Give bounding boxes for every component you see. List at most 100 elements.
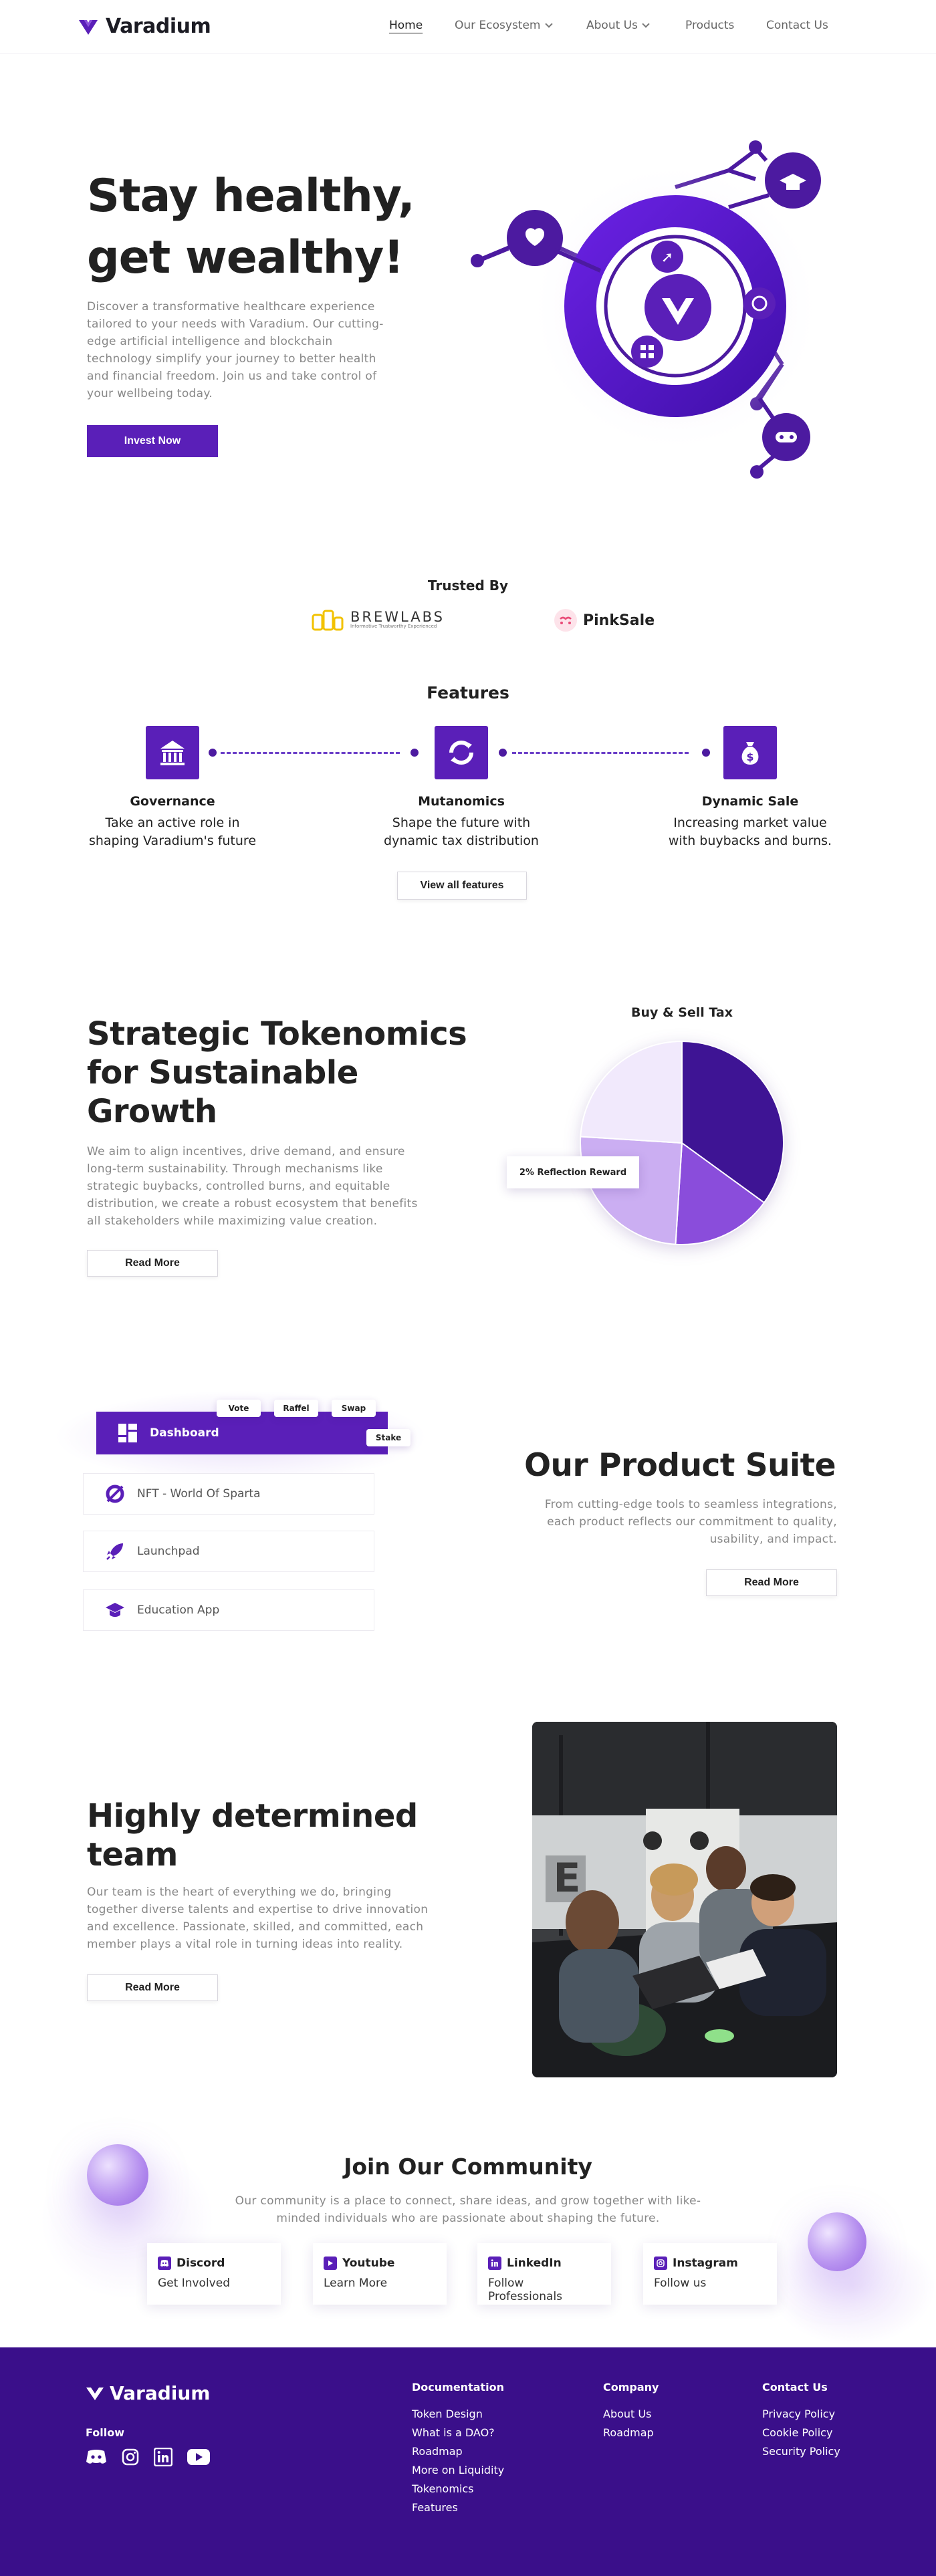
brewlabs-tagline: Informative Trustworthy Experienced bbox=[350, 624, 437, 629]
pill-swap[interactable]: Swap bbox=[332, 1400, 376, 1417]
instagram-icon[interactable] bbox=[122, 2448, 139, 2466]
varadium-logo bbox=[86, 2387, 104, 2400]
hero-title: Stay healthy, get wealthy! bbox=[87, 166, 415, 289]
hero-title-line2: get wealthy! bbox=[87, 231, 404, 284]
pill-raffel[interactable]: Raffel bbox=[274, 1400, 318, 1417]
pie-callout: 2% Reflection Reward bbox=[507, 1156, 639, 1188]
feature-desc-dynamic-sale: Increasing market value with buybacks an… bbox=[650, 814, 850, 850]
card-header: Discord bbox=[158, 2257, 270, 2270]
youtube-icon[interactable] bbox=[187, 2449, 210, 2465]
footer-link[interactable]: Security Policy bbox=[762, 2442, 840, 2461]
community-card-youtube[interactable]: Youtube Learn More bbox=[313, 2243, 447, 2305]
nav-about-us[interactable]: About Us bbox=[586, 19, 650, 32]
varadium-logo bbox=[79, 19, 98, 35]
products-text: From cutting-edge tools to seamless inte… bbox=[544, 1498, 837, 1546]
footer-link[interactable]: What is a DAO? bbox=[412, 2424, 504, 2442]
svg-text:E: E bbox=[554, 1855, 581, 1902]
footer-link[interactable]: More on Liquidity bbox=[412, 2461, 504, 2480]
community-card-discord[interactable]: Discord Get Involved bbox=[147, 2243, 281, 2305]
footer-col-title: Contact Us bbox=[762, 2381, 828, 2394]
nav-contact-us[interactable]: Contact Us bbox=[766, 19, 828, 32]
footer-link[interactable]: Token Design bbox=[412, 2405, 504, 2424]
connector-line bbox=[221, 752, 400, 754]
team-text: Our team is the heart of everything we d… bbox=[87, 1886, 429, 1951]
linkedin-icon[interactable] bbox=[154, 2448, 172, 2466]
feature-desc-line: dynamic tax distribution bbox=[384, 833, 539, 848]
community-card-instagram[interactable]: Instagram Follow us bbox=[643, 2243, 777, 2305]
pie-slice bbox=[580, 1040, 683, 1144]
card-title: Youtube bbox=[342, 2257, 395, 2270]
feature-desc-line: Increasing market value bbox=[673, 815, 827, 830]
footer-col-title: Documentation bbox=[412, 2381, 505, 2394]
card-sub: Learn More bbox=[324, 2277, 388, 2290]
feature-desc-line: shaping Varadium's future bbox=[88, 833, 257, 848]
card-header: LinkedIn bbox=[488, 2257, 600, 2270]
feature-desc-line: Shape the future with bbox=[392, 815, 531, 830]
sparta-icon bbox=[106, 1485, 124, 1503]
buy-sell-tax-pie-chart bbox=[580, 1040, 784, 1245]
nav-products[interactable]: Products bbox=[685, 19, 734, 32]
cycle-icon bbox=[449, 741, 473, 765]
nav-our-ecosystem[interactable]: Our Ecosystem bbox=[455, 19, 553, 32]
tokenomics-read-more-button[interactable]: Read More bbox=[87, 1250, 218, 1277]
connector-dot bbox=[702, 749, 710, 757]
chevron-down-icon bbox=[544, 19, 553, 28]
pill-stake[interactable]: Stake bbox=[366, 1429, 411, 1446]
footer-link[interactable]: Roadmap bbox=[412, 2442, 504, 2461]
product-item-nft[interactable]: NFT - World Of Sparta bbox=[83, 1473, 374, 1515]
connector-dot bbox=[209, 749, 217, 757]
card-title: LinkedIn bbox=[507, 2257, 562, 2270]
card-sub: Follow us bbox=[654, 2277, 707, 2290]
nav-home[interactable]: Home bbox=[389, 19, 423, 32]
rocket-icon bbox=[106, 1543, 123, 1560]
team-title-line: Highly determined bbox=[87, 1797, 418, 1835]
hero-text: Discover a transformative healthcare exp… bbox=[87, 300, 384, 400]
community-text-line: Our community is a place to connect, sha… bbox=[235, 2194, 701, 2208]
card-header: Youtube bbox=[324, 2257, 436, 2270]
pill-vote[interactable]: Vote bbox=[217, 1400, 261, 1417]
connector-dot bbox=[499, 749, 507, 757]
card-title: Discord bbox=[177, 2257, 225, 2270]
discord-icon bbox=[158, 2257, 171, 2270]
feature-desc-governance: Take an active role in shaping Varadium'… bbox=[72, 814, 273, 850]
pinksale-icon bbox=[554, 609, 577, 632]
team-read-more-button[interactable]: Read More bbox=[87, 1974, 218, 2001]
graduation-cap-icon bbox=[106, 1603, 124, 1617]
community-card-linkedin[interactable]: LinkedIn Follow Professionals bbox=[477, 2243, 611, 2305]
invest-now-button[interactable]: Invest Now bbox=[87, 425, 218, 457]
pinksale-logo[interactable]: PinkSale bbox=[554, 608, 655, 632]
view-all-features-button[interactable]: View all features bbox=[397, 872, 527, 900]
products-title: Our Product Suite bbox=[524, 1447, 836, 1484]
dashboard-icon bbox=[118, 1424, 137, 1442]
nav-about-us-label: About Us bbox=[586, 19, 638, 32]
footer-link[interactable]: About Us bbox=[603, 2405, 659, 2424]
footer-link[interactable]: Tokenomics bbox=[412, 2480, 504, 2498]
community-text-line: minded individuals who are passionate ab… bbox=[276, 2212, 660, 2225]
footer-link[interactable]: Privacy Policy bbox=[762, 2405, 840, 2424]
footer-social bbox=[86, 2448, 210, 2466]
chevron-down-icon bbox=[642, 19, 650, 28]
brewlabs-logo[interactable]: BREWLABS Informative Trustworthy Experie… bbox=[310, 606, 445, 632]
footer-brand[interactable]: Varadium bbox=[86, 2382, 211, 2404]
dashboard-bar[interactable]: Dashboard bbox=[96, 1412, 388, 1454]
tokenomics-title-line: Strategic Tokenomics bbox=[87, 1015, 467, 1053]
footer-link[interactable]: Roadmap bbox=[603, 2424, 659, 2442]
products-read-more-button[interactable]: Read More bbox=[706, 1569, 837, 1596]
team-photo: E bbox=[532, 1722, 837, 2077]
product-item-education[interactable]: Education App bbox=[83, 1589, 374, 1631]
dashboard-label: Dashboard bbox=[150, 1426, 219, 1440]
footer-link[interactable]: Features bbox=[412, 2498, 504, 2517]
brand[interactable]: Varadium bbox=[78, 15, 211, 38]
page: Varadium Home Our Ecosystem About Us Pro… bbox=[0, 0, 936, 2576]
team-title-line: team bbox=[87, 1836, 178, 1874]
footer-link[interactable]: Cookie Policy bbox=[762, 2424, 840, 2442]
hero-title-line1: Stay healthy, bbox=[87, 170, 415, 223]
discord-icon[interactable] bbox=[86, 2448, 107, 2466]
dynamic-sale-tile: $ bbox=[723, 726, 777, 779]
tokenomics-title: Strategic Tokenomics for Sustainable Gro… bbox=[87, 1015, 467, 1131]
feature-desc-line: Take an active role in bbox=[105, 815, 240, 830]
team-title: Highly determined team bbox=[87, 1797, 418, 1874]
footer-contact: Contact Us Privacy Policy Cookie Policy … bbox=[762, 2378, 840, 2461]
product-item-launchpad[interactable]: Launchpad bbox=[83, 1531, 374, 1572]
tokenomics-title-line: for Sustainable bbox=[87, 1054, 358, 1091]
